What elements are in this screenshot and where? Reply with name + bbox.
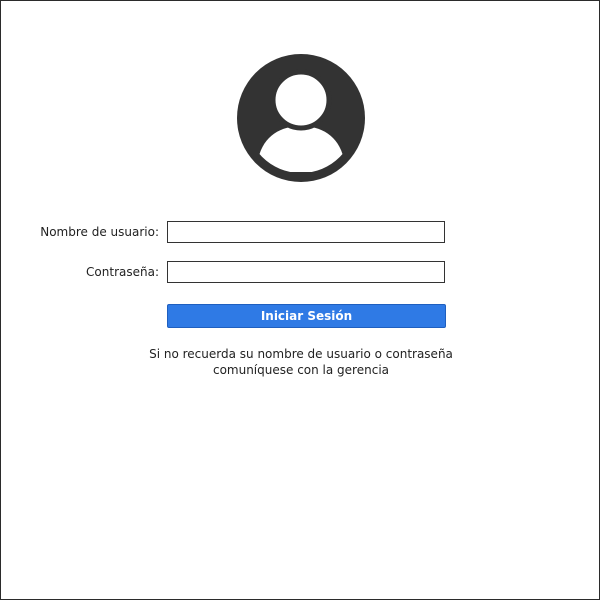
help-line-2: comuníquese con la gerencia <box>212 363 390 377</box>
login-window: Nombre de usuario: Contraseña: Iniciar S… <box>0 0 600 600</box>
user-avatar-icon <box>237 54 365 182</box>
username-input[interactable] <box>167 221 445 243</box>
username-label: Nombre de usuario: <box>40 225 159 239</box>
password-input[interactable] <box>167 261 445 283</box>
help-line-1: Si no recuerda su nombre de usuario o co… <box>149 347 453 361</box>
password-label: Contraseña: <box>86 265 159 279</box>
help-message: Si no recuerda su nombre de usuario o co… <box>101 346 501 378</box>
login-button[interactable]: Iniciar Sesión <box>167 304 446 328</box>
